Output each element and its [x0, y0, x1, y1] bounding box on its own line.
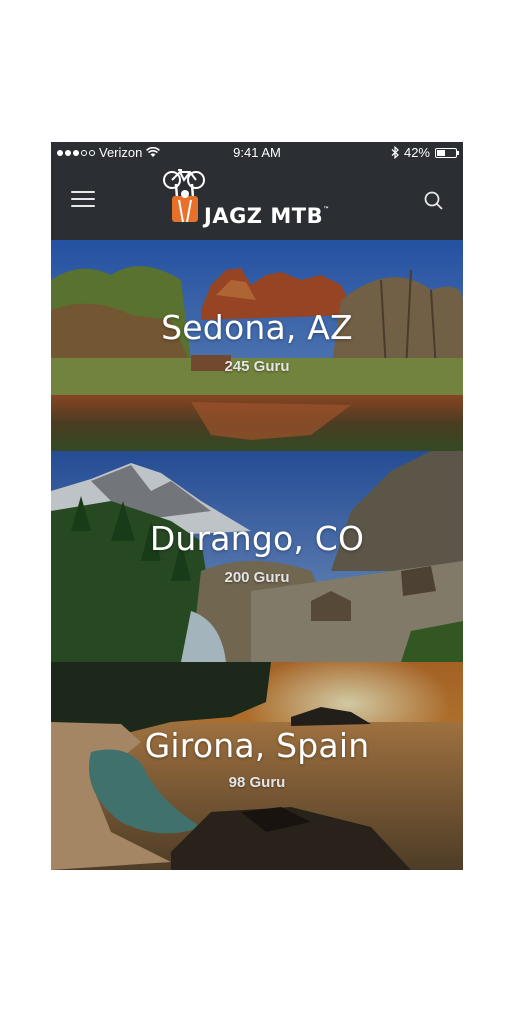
destination-name: Girona, Spain [144, 726, 370, 765]
destination-card-sedona[interactable]: Sedona, AZ 245 Guru [51, 240, 463, 451]
status-right: 42% [391, 145, 459, 160]
destination-name: Sedona, AZ [161, 308, 353, 347]
guru-count: 245 Guru [224, 358, 290, 375]
hamburger-menu-icon[interactable] [71, 191, 95, 211]
destination-card-girona[interactable]: Girona, Spain 98 Guru [51, 662, 463, 870]
phone-screen: Verizon 9:41 AM 42% JAGZ MTB™ Sedona, AZ… [51, 142, 463, 870]
battery-percent: 42% [403, 145, 430, 160]
bluetooth-icon [391, 146, 399, 159]
guru-count: 200 Guru [224, 569, 290, 586]
app-logo: JAGZ MTB™ [159, 168, 359, 236]
search-icon[interactable] [423, 190, 445, 212]
destination-list: Sedona, AZ 245 Guru Durango, CO 200 Guru… [51, 240, 463, 870]
cyclist-logo-icon [163, 169, 205, 223]
destination-name: Durango, CO [149, 519, 365, 558]
guru-count: 98 Guru [228, 774, 286, 791]
app-header: JAGZ MTB™ [51, 164, 463, 240]
status-bar: Verizon 9:41 AM 42% [51, 142, 463, 164]
battery-icon [435, 147, 459, 158]
logo-wordmark: JAGZ MTB™ [204, 204, 330, 228]
destination-card-durango[interactable]: Durango, CO 200 Guru [51, 451, 463, 662]
